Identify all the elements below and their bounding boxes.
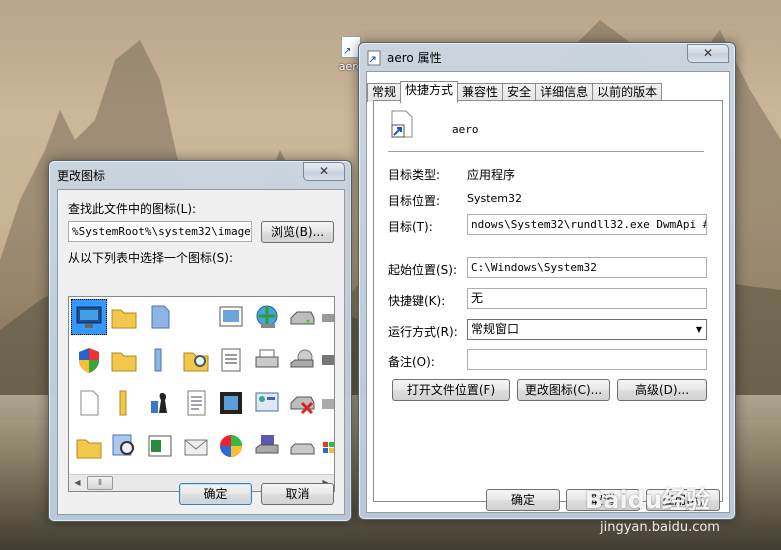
removable-drive-icon[interactable] xyxy=(284,428,320,464)
games-chess-icon[interactable] xyxy=(142,385,178,421)
run-label: 运行方式(R): xyxy=(388,325,458,339)
music-sheet-icon[interactable] xyxy=(213,342,249,378)
advanced-button[interactable]: 高级(D)... xyxy=(617,379,707,401)
target-location-label: 目标位置: xyxy=(388,194,441,208)
properties-close-button[interactable]: ✕ xyxy=(687,44,729,63)
picture-frame-icon[interactable] xyxy=(213,299,249,335)
printer-icon[interactable] xyxy=(249,342,285,378)
target-label: 目标(T): xyxy=(388,220,433,234)
divider xyxy=(388,151,704,152)
start-in-label: 起始位置(S): xyxy=(388,263,458,277)
properties-tabs: 常规 快捷方式 兼容性 安全 详细信息 以前的版本 xyxy=(367,81,663,103)
start-in-input[interactable]: C:\Windows\System32 xyxy=(467,257,707,278)
settings-icon[interactable] xyxy=(319,385,334,421)
network-globe-icon[interactable] xyxy=(249,299,285,335)
network-drive-icon[interactable] xyxy=(319,299,334,335)
comment-input[interactable] xyxy=(467,349,707,370)
change-icon-close-button[interactable]: ✕ xyxy=(303,162,345,181)
change-icon-dialog: 更改图标 ✕ 查找此文件中的图标(L): %SystemRoot%\system… xyxy=(48,160,352,522)
control-panel-icon[interactable] xyxy=(249,385,285,421)
folder-icon[interactable] xyxy=(106,299,142,335)
folder-icon[interactable] xyxy=(106,342,142,378)
hotkey-input[interactable]: 无 xyxy=(467,288,707,309)
target-input[interactable]: ndows\System32\rundll32.exe DwmApi #105 xyxy=(467,214,707,235)
change-icon-cancel-button[interactable]: 取消 xyxy=(261,483,334,505)
blank-document-icon[interactable] xyxy=(71,385,107,421)
properties-title-text: aero 属性 xyxy=(387,51,442,65)
device-icon[interactable] xyxy=(319,342,334,378)
windows-flag-icon[interactable] xyxy=(319,428,334,464)
drive-icon[interactable] xyxy=(284,299,320,335)
hotkey-label: 快捷键(K): xyxy=(388,294,446,308)
chevron-down-icon: ▼ xyxy=(695,325,702,334)
change-icon-title: 更改图标 xyxy=(57,167,105,184)
document-blue-icon[interactable] xyxy=(142,299,178,335)
properties-ok-button[interactable]: 确定 xyxy=(486,489,560,511)
properties-dialog: aero 属性 ✕ 常规 快捷方式 兼容性 安全 详细信息 以前的版本 aero… xyxy=(358,42,736,520)
shortcut-tab-panel: aero 目标类型: 应用程序 目标位置: System32 目标(T): nd… xyxy=(373,100,723,502)
blank-icon[interactable] xyxy=(178,299,214,335)
baidu-watermark-url: jingyan.baidu.com xyxy=(600,520,720,535)
run-select-value: 常规窗口 xyxy=(471,322,520,336)
shield-icon[interactable] xyxy=(71,342,107,378)
scroll-thumb[interactable]: ⦀ xyxy=(87,476,113,490)
folder-search-icon[interactable] xyxy=(178,342,214,378)
shortcut-large-icon xyxy=(391,110,413,138)
change-icon-ok-button[interactable]: 确定 xyxy=(179,483,252,505)
cd-drive-icon[interactable] xyxy=(284,342,320,378)
window-layout-icon[interactable] xyxy=(142,428,178,464)
scroll-left-arrow-icon[interactable]: ◀ xyxy=(69,475,86,491)
monitor-windows-icon[interactable] xyxy=(71,299,107,335)
windows-media-icon[interactable] xyxy=(213,428,249,464)
change-icon-client: 查找此文件中的图标(L): %SystemRoot%\system32\imag… xyxy=(57,189,345,515)
browse-button[interactable]: 浏览(B)... xyxy=(261,221,334,243)
change-icon-button[interactable]: 更改图标(C)... xyxy=(517,379,610,401)
comment-label: 备注(O): xyxy=(388,355,435,369)
baidu-watermark: Baidu经验 xyxy=(585,486,710,514)
properties-title: aero 属性 xyxy=(367,49,442,66)
target-type-value: 应用程序 xyxy=(467,168,516,182)
search-document-icon[interactable] xyxy=(106,428,142,464)
folder-icon[interactable] xyxy=(71,428,107,464)
drive-error-icon[interactable] xyxy=(284,385,320,421)
icon-file-path-input[interactable]: %SystemRoot%\system32\imageres xyxy=(68,221,252,242)
icon-list-label: 从以下列表中选择一个图标(S): xyxy=(68,251,234,265)
shortcut-file-icon xyxy=(367,50,381,65)
shortcut-name: aero xyxy=(452,123,479,136)
target-type-label: 目标类型: xyxy=(388,168,441,182)
change-icon-title-text: 更改图标 xyxy=(57,169,106,183)
icon-list[interactable]: ◀ ⦀ ▶ xyxy=(68,296,335,492)
folder-icon[interactable] xyxy=(106,385,142,421)
tab-shortcut[interactable]: 快捷方式 xyxy=(400,81,459,103)
open-file-location-button[interactable]: 打开文件位置(F) xyxy=(392,379,510,401)
document-blue-icon[interactable] xyxy=(142,342,178,378)
text-document-icon[interactable] xyxy=(178,385,214,421)
film-strip-icon[interactable] xyxy=(213,385,249,421)
floppy-drive-icon[interactable] xyxy=(249,428,285,464)
run-select[interactable]: 常规窗口 ▼ xyxy=(467,319,707,340)
icon-file-label: 查找此文件中的图标(L): xyxy=(68,202,197,216)
envelope-icon[interactable] xyxy=(178,428,214,464)
target-location-value: System32 xyxy=(467,192,523,205)
